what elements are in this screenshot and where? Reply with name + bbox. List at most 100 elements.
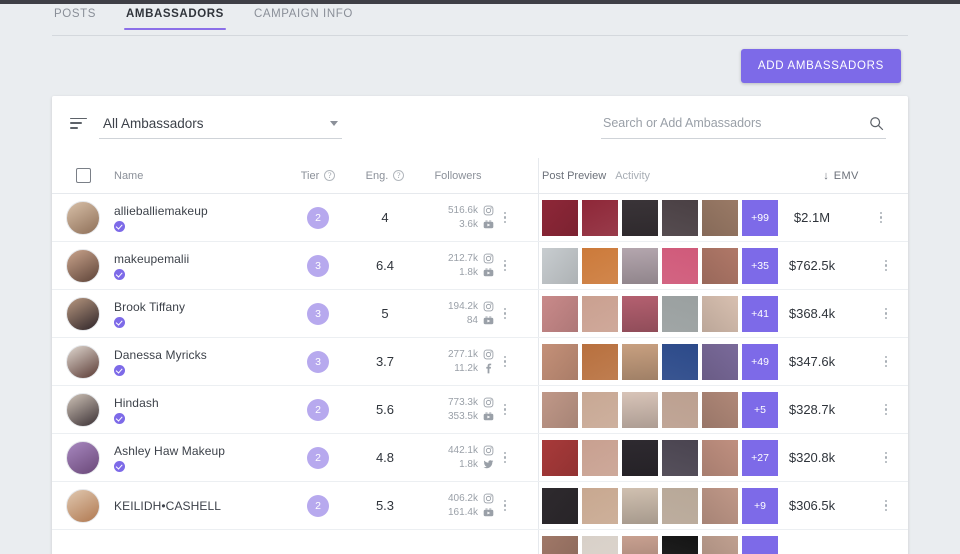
- followers-more-icon[interactable]: [498, 307, 512, 320]
- post-thumbnail[interactable]: [702, 487, 738, 524]
- table-row[interactable]: Ashley Haw Makeup 2 4.8 442.1k 1.8k +27 …: [52, 434, 908, 482]
- more-posts-badge[interactable]: +35: [742, 247, 778, 284]
- column-eng[interactable]: Eng. ?: [352, 170, 418, 182]
- more-posts-badge[interactable]: +27: [742, 439, 778, 476]
- search-field[interactable]: [601, 116, 886, 139]
- post-thumbnail[interactable]: [702, 535, 738, 554]
- ambassador-name: Brook Tiffany: [114, 299, 186, 314]
- column-name[interactable]: Name: [114, 170, 284, 182]
- table-row[interactable]: Brook Tiffany 3 5 194.2k 84 +41 $368.4k: [52, 290, 908, 338]
- select-all-checkbox[interactable]: [75, 168, 91, 183]
- more-posts-badge[interactable]: +5: [742, 391, 778, 428]
- row-more-icon[interactable]: [879, 499, 893, 512]
- post-thumbnail[interactable]: [662, 343, 698, 380]
- post-thumbnail[interactable]: [542, 343, 578, 380]
- post-thumbnail[interactable]: [582, 391, 618, 428]
- name-cell[interactable]: makeupemalii: [114, 252, 284, 280]
- post-thumbnail[interactable]: [662, 247, 698, 284]
- more-posts-badge[interactable]: +99: [742, 199, 778, 236]
- post-thumbnail[interactable]: [622, 295, 658, 332]
- post-thumbnail[interactable]: [582, 295, 618, 332]
- post-thumbnail[interactable]: [622, 199, 658, 236]
- post-thumbnail[interactable]: [542, 439, 578, 476]
- post-thumbnail[interactable]: [542, 199, 578, 236]
- post-thumbnail[interactable]: [622, 487, 658, 524]
- post-thumbnail[interactable]: [622, 391, 658, 428]
- post-thumbnail[interactable]: [582, 439, 618, 476]
- post-thumbnail[interactable]: [542, 295, 578, 332]
- column-post-preview[interactable]: Post Preview: [542, 170, 606, 182]
- tab-posts[interactable]: POSTS: [52, 4, 98, 30]
- more-posts-badge[interactable]: +49: [742, 343, 778, 380]
- table-row[interactable]: KEILIDH•CASHELL 2 5.3 406.2k 161.4k +9 $…: [52, 482, 908, 530]
- post-thumbnail[interactable]: [582, 535, 618, 554]
- filter-lines-icon[interactable]: [70, 117, 87, 132]
- column-followers[interactable]: Followers: [418, 170, 498, 182]
- name-cell[interactable]: Danessa Myricks: [114, 348, 284, 376]
- ambassador-filter-select[interactable]: All Ambassadors: [99, 116, 342, 139]
- row-more-icon[interactable]: [879, 403, 893, 416]
- post-thumbnail[interactable]: [582, 487, 618, 524]
- emv-cell: $306.5k: [774, 498, 908, 513]
- tab-campaign-info[interactable]: CAMPAIGN INFO: [252, 4, 355, 30]
- post-thumbnail[interactable]: [662, 535, 698, 554]
- post-thumbnail[interactable]: [702, 247, 738, 284]
- name-cell[interactable]: Ashley Haw Makeup: [114, 444, 284, 472]
- post-thumbnail[interactable]: [662, 391, 698, 428]
- post-thumbnail[interactable]: [582, 343, 618, 380]
- post-thumbnail[interactable]: [622, 535, 658, 554]
- table-row-partial[interactable]: [52, 530, 908, 554]
- tier-help-icon[interactable]: ?: [324, 170, 336, 181]
- table-row[interactable]: Danessa Myricks 3 3.7 277.1k 11.2k +49 $…: [52, 338, 908, 386]
- post-thumbnail[interactable]: [702, 295, 738, 332]
- table-row[interactable]: allieballiemakeup 2 4 516.6k 3.6k +99 $2…: [52, 194, 908, 242]
- post-thumbnail[interactable]: [542, 487, 578, 524]
- row-more-icon[interactable]: [879, 259, 893, 272]
- more-posts-badge[interactable]: +9: [742, 487, 778, 524]
- table-row[interactable]: makeupemalii 3 6.4 212.7k 1.8k +35 $762.…: [52, 242, 908, 290]
- row-more-icon[interactable]: [879, 307, 893, 320]
- emv-value: $328.7k: [788, 402, 836, 417]
- more-posts-badge[interactable]: +41: [742, 295, 778, 332]
- followers-more-icon[interactable]: [498, 403, 512, 416]
- post-thumbnail[interactable]: [622, 439, 658, 476]
- followers-more-icon[interactable]: [498, 355, 512, 368]
- post-thumbnail[interactable]: [542, 247, 578, 284]
- tab-ambassadors[interactable]: AMBASSADORS: [123, 4, 226, 30]
- followers-more-icon[interactable]: [498, 499, 512, 512]
- column-activity[interactable]: Activity: [615, 170, 650, 182]
- followers-more-icon[interactable]: [498, 259, 512, 272]
- name-cell[interactable]: Brook Tiffany: [114, 300, 284, 328]
- column-tier[interactable]: Tier ?: [284, 170, 352, 182]
- name-cell[interactable]: KEILIDH•CASHELL: [114, 499, 284, 513]
- table-row[interactable]: Hindash 2 5.6 773.3k 353.5k +5 $328.7k: [52, 386, 908, 434]
- row-more-icon[interactable]: [879, 451, 893, 464]
- column-emv[interactable]: ↓ EMV: [774, 170, 908, 182]
- followers-more-icon[interactable]: [498, 451, 512, 464]
- eng-help-icon[interactable]: ?: [393, 170, 405, 181]
- row-more-icon[interactable]: [879, 355, 893, 368]
- post-thumbnail[interactable]: [622, 247, 658, 284]
- post-thumbnail[interactable]: [662, 199, 698, 236]
- post-thumbnail[interactable]: [582, 199, 618, 236]
- post-thumbnail[interactable]: [662, 295, 698, 332]
- search-icon[interactable]: [869, 116, 884, 131]
- post-thumbnail[interactable]: [542, 535, 578, 554]
- post-thumbnail[interactable]: [662, 487, 698, 524]
- more-posts-badge[interactable]: [742, 535, 778, 554]
- post-thumbnail[interactable]: [702, 439, 738, 476]
- post-thumbnail[interactable]: [702, 343, 738, 380]
- name-cell[interactable]: allieballiemakeup: [114, 204, 284, 232]
- followers-more-icon[interactable]: [498, 211, 512, 224]
- post-thumbnail[interactable]: [662, 439, 698, 476]
- post-thumbnail[interactable]: [702, 391, 738, 428]
- search-input[interactable]: [603, 116, 843, 130]
- row-more-icon[interactable]: [874, 211, 888, 224]
- post-thumbnail[interactable]: [622, 343, 658, 380]
- add-ambassadors-button[interactable]: ADD AMBASSADORS: [740, 49, 901, 83]
- post-thumbnail[interactable]: [542, 391, 578, 428]
- name-cell[interactable]: Hindash: [114, 396, 284, 424]
- post-thumbnail[interactable]: [582, 247, 618, 284]
- post-thumbnail[interactable]: [702, 199, 738, 236]
- followers-cell: 277.1k 11.2k: [418, 349, 498, 374]
